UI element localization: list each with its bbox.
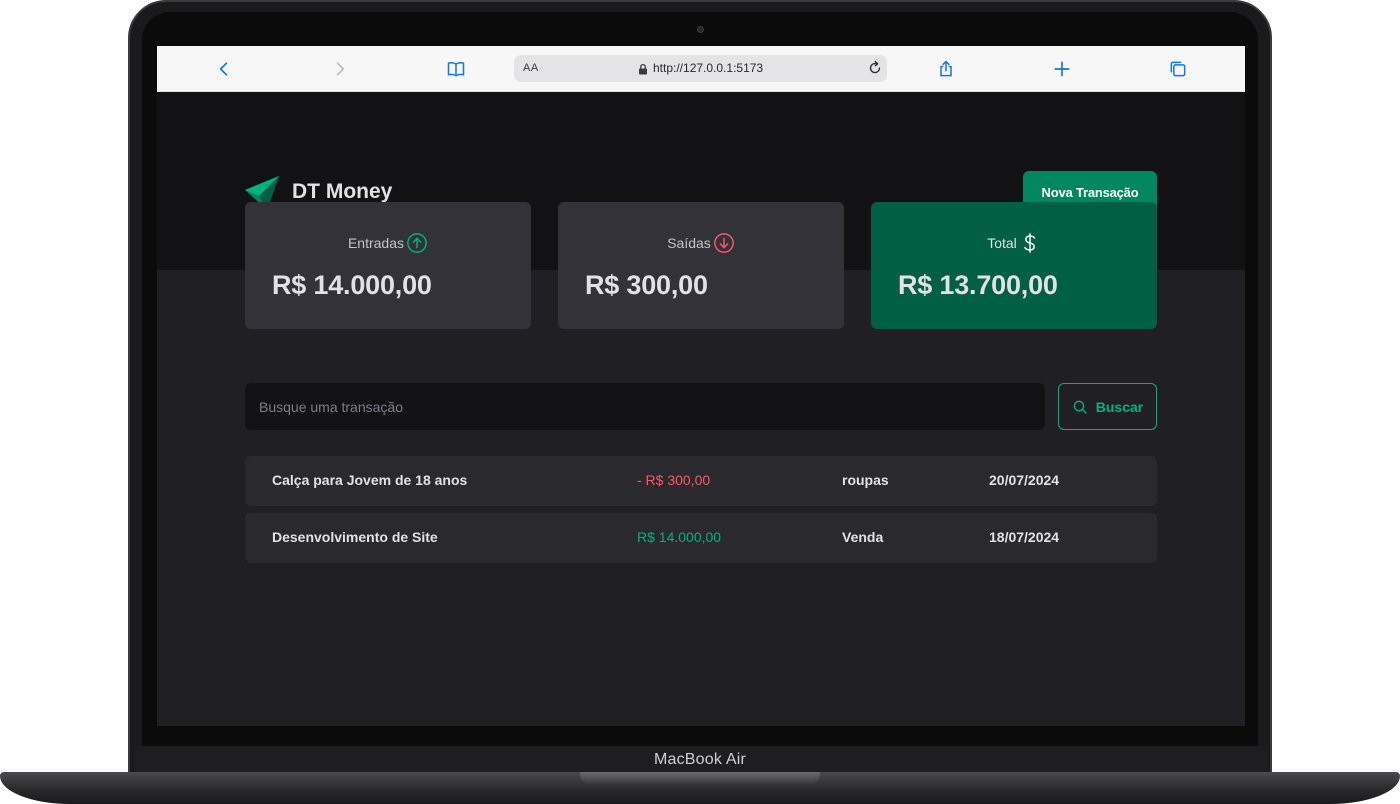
transaction-price: R$ 14.000,00 xyxy=(637,529,722,545)
new-tab-icon[interactable] xyxy=(1050,57,1074,81)
search-button-label: Buscar xyxy=(1095,398,1144,415)
app-title: DT Money xyxy=(292,180,393,203)
income-label: Entradas xyxy=(347,235,405,251)
search-input[interactable] xyxy=(245,383,1045,430)
total-label: Total xyxy=(987,235,1017,251)
forward-icon[interactable] xyxy=(328,57,352,81)
outcome-label: Saídas xyxy=(667,235,711,251)
camera-icon xyxy=(697,26,704,33)
bookmarks-icon[interactable] xyxy=(444,57,468,81)
browser-screen: AA http://127.0.0.1:5173 DT Money Nova T… xyxy=(157,46,1245,726)
search-button[interactable]: Buscar xyxy=(1058,383,1157,430)
laptop-mockup: AA http://127.0.0.1:5173 DT Money Nova T… xyxy=(0,0,1400,804)
table-row: Desenvolvimento de Site R$ 14.000,00 Ven… xyxy=(245,513,1157,563)
income-value: R$ 14.000,00 xyxy=(272,270,432,300)
tabs-icon[interactable] xyxy=(1166,57,1190,81)
transaction-category: Venda xyxy=(842,529,884,545)
reload-icon[interactable] xyxy=(866,59,884,77)
total-value: R$ 13.700,00 xyxy=(898,270,1058,300)
transaction-description: Desenvolvimento de Site xyxy=(272,529,438,545)
address-bar[interactable]: AA http://127.0.0.1:5173 xyxy=(514,55,887,82)
share-icon[interactable] xyxy=(934,57,958,81)
table-row: Calça para Jovem de 18 anos - R$ 300,00 … xyxy=(245,456,1157,506)
transaction-date: 18/07/2024 xyxy=(989,529,1060,545)
back-icon[interactable] xyxy=(212,57,236,81)
lock-icon xyxy=(637,62,649,75)
dollar-sign-icon xyxy=(1019,232,1041,254)
outcome-card: Saídas R$ 300,00 xyxy=(558,202,844,329)
total-card: Total R$ 13.700,00 xyxy=(871,202,1157,329)
arrow-circle-up-icon xyxy=(406,232,428,254)
arrow-circle-down-icon xyxy=(713,232,735,254)
transaction-date: 20/07/2024 xyxy=(989,472,1060,488)
device-model-label: MacBook Air xyxy=(653,751,746,768)
transaction-category: roupas xyxy=(842,472,889,488)
url-text: http://127.0.0.1:5173 xyxy=(653,61,764,75)
text-size-button[interactable]: AA xyxy=(523,62,539,74)
transaction-description: Calça para Jovem de 18 anos xyxy=(272,472,468,488)
search-icon xyxy=(1073,400,1087,414)
laptop-hinge xyxy=(580,772,820,784)
browser-toolbar: AA http://127.0.0.1:5173 xyxy=(157,46,1245,92)
income-card: Entradas R$ 14.000,00 xyxy=(245,202,531,329)
outcome-value: R$ 300,00 xyxy=(585,270,708,300)
transaction-price: - R$ 300,00 xyxy=(637,472,711,488)
